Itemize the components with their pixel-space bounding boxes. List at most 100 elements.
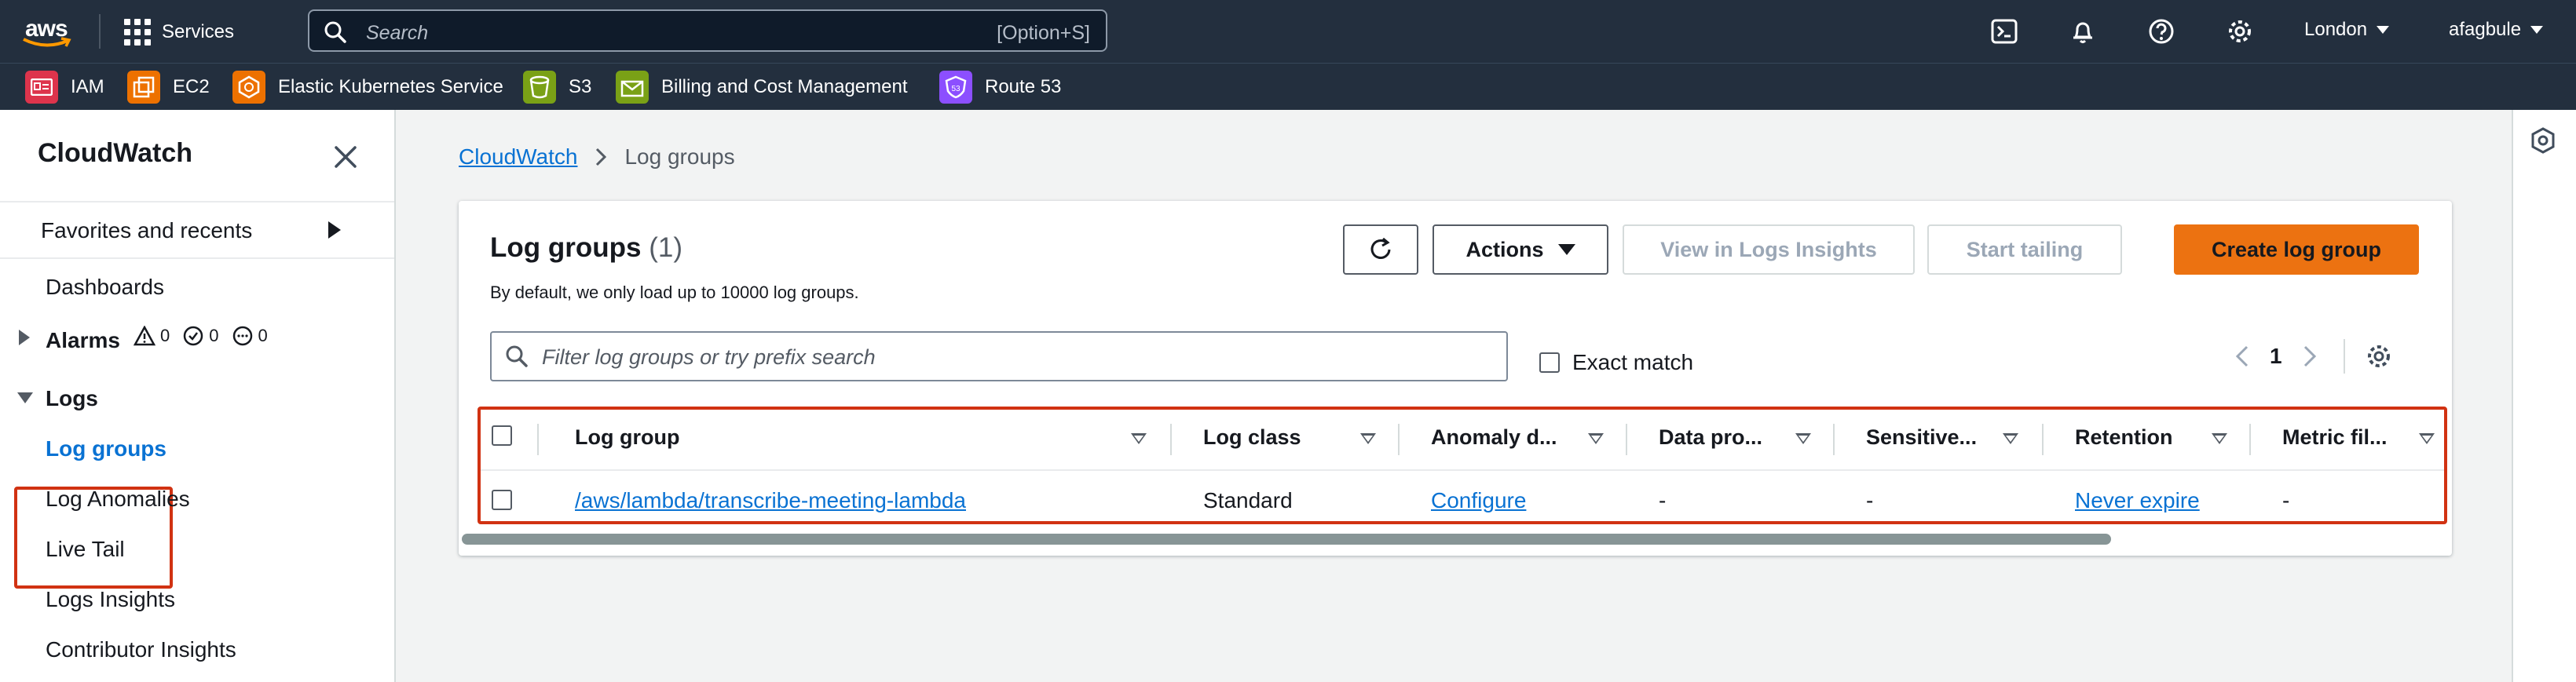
- actions-dropdown-button[interactable]: Actions: [1433, 224, 1608, 275]
- retention-link[interactable]: Never expire: [2075, 488, 2200, 513]
- column-header-log-class[interactable]: Log class: [1203, 425, 1301, 450]
- grid-icon: [124, 19, 151, 46]
- sidebar-title[interactable]: CloudWatch: [38, 138, 192, 169]
- panel-title: Log groups (1): [490, 232, 682, 263]
- search-icon: [506, 345, 528, 367]
- log-group-count: (1): [649, 232, 682, 263]
- scrollbar-thumb[interactable]: [462, 534, 2111, 545]
- row-checkbox[interactable]: [492, 490, 512, 510]
- caret-down-icon: [2530, 26, 2544, 34]
- column-header-log-group[interactable]: Log group: [575, 425, 679, 450]
- sort-icon[interactable]: [2419, 433, 2435, 444]
- breadcrumb-current: Log groups: [624, 144, 735, 169]
- column-header-anomaly-detection[interactable]: Anomaly d...: [1431, 425, 1557, 450]
- sort-icon[interactable]: [1795, 433, 1811, 444]
- region-selector[interactable]: London: [2304, 19, 2390, 41]
- column-header-data-protection[interactable]: Data pro...: [1659, 425, 1762, 450]
- sort-icon[interactable]: [1131, 433, 1147, 444]
- sidebar-item-contributor-insights[interactable]: Contributor Insights: [46, 637, 236, 662]
- search-placeholder: Search: [366, 22, 429, 44]
- search-icon: [324, 21, 346, 43]
- configure-anomaly-link[interactable]: Configure: [1431, 488, 1526, 513]
- settings-gear-icon[interactable]: [2226, 17, 2254, 46]
- favorite-iam[interactable]: IAM: [25, 70, 104, 104]
- column-header-retention[interactable]: Retention: [2075, 425, 2173, 450]
- sidebar-item-logs[interactable]: Logs: [46, 386, 98, 411]
- sidebar-item-live-tail[interactable]: Live Tail: [46, 537, 125, 562]
- sidebar-item-dashboards[interactable]: Dashboards: [46, 275, 164, 300]
- create-log-group-button[interactable]: Create log group: [2174, 224, 2419, 275]
- notifications-bell-icon[interactable]: [2069, 17, 2097, 46]
- page-number[interactable]: 1: [2270, 344, 2282, 369]
- sort-icon[interactable]: [2212, 433, 2227, 444]
- sort-icon[interactable]: [2003, 433, 2018, 444]
- ellipsis-circle-icon: [232, 326, 252, 346]
- exact-match-checkbox[interactable]: [1539, 352, 1560, 373]
- filter-placeholder: Filter log groups or try prefix search: [542, 345, 876, 369]
- eks-service-icon: [232, 71, 265, 104]
- chevron-right-icon[interactable]: [2303, 345, 2317, 368]
- cloudshell-icon[interactable]: [1990, 17, 2018, 46]
- log-group-filter-input[interactable]: Filter log groups or try prefix search: [490, 331, 1508, 381]
- select-all-checkbox[interactable]: [492, 425, 512, 446]
- favorite-s3[interactable]: S3: [523, 70, 591, 104]
- sort-icon[interactable]: [1360, 433, 1376, 444]
- global-search-input[interactable]: Search [Option+S]: [308, 9, 1107, 52]
- pager-divider: [2343, 339, 2345, 374]
- favorites-and-recents-toggle[interactable]: Favorites and recents: [0, 201, 394, 259]
- column-divider: [2249, 424, 2251, 455]
- sidebar-item-alarms[interactable]: Alarms: [46, 328, 120, 353]
- exact-match-option[interactable]: Exact match: [1539, 350, 1693, 375]
- sensitive-data-cell: -: [1866, 488, 1874, 512]
- column-header-metric-filters[interactable]: Metric fil...: [2282, 425, 2388, 450]
- caret-right-icon: [328, 221, 341, 239]
- breadcrumb-cloudwatch[interactable]: CloudWatch: [459, 144, 577, 170]
- sort-icon[interactable]: [1588, 433, 1604, 444]
- column-divider: [1170, 424, 1172, 455]
- services-menu-button[interactable]: Services: [124, 19, 234, 46]
- refresh-button[interactable]: [1343, 224, 1418, 275]
- caret-down-icon: [2377, 26, 2390, 34]
- top-navigation: aws Services Search [Option+S] London af…: [0, 0, 2576, 63]
- help-icon[interactable]: [2147, 17, 2175, 46]
- ec2-service-icon: [127, 71, 160, 104]
- refresh-icon: [1370, 237, 1391, 259]
- favorite-billing[interactable]: Billing and Cost Management: [616, 70, 908, 104]
- breadcrumb: CloudWatch Log groups: [459, 144, 735, 170]
- pagination: 1: [2235, 339, 2392, 374]
- hexagon-settings-icon[interactable]: [2530, 127, 2556, 154]
- table-header-divider: [481, 469, 2444, 471]
- sidebar-item-logs-insights[interactable]: Logs Insights: [46, 587, 175, 612]
- column-header-sensitive-data[interactable]: Sensitive...: [1866, 425, 1977, 450]
- start-tailing-button[interactable]: Start tailing: [1927, 224, 2122, 275]
- nav-divider: [99, 14, 101, 49]
- chevron-left-icon[interactable]: [2235, 345, 2249, 368]
- alarm-counts: 0 0 0: [134, 325, 276, 347]
- log-class-cell: Standard: [1203, 488, 1293, 512]
- side-navigation: CloudWatch Favorites and recents Dashboa…: [0, 110, 396, 682]
- favorite-eks[interactable]: Elastic Kubernetes Service: [232, 70, 503, 104]
- favorites-bar: IAM EC2 Elastic Kubernetes Service S3 Bi…: [0, 63, 2576, 110]
- data-protection-cell: -: [1659, 488, 1667, 512]
- column-divider: [537, 424, 539, 455]
- log-group-link[interactable]: /aws/lambda/transcribe-meeting-lambda: [575, 488, 966, 513]
- aws-logo[interactable]: aws: [22, 14, 77, 50]
- caret-down-icon: [1557, 244, 1575, 255]
- caret-right-icon[interactable]: [19, 330, 30, 345]
- account-menu[interactable]: afagbule: [2449, 19, 2544, 41]
- close-icon[interactable]: [330, 141, 361, 173]
- warning-triangle-icon: [134, 326, 156, 346]
- favorite-route53[interactable]: 53 Route 53: [939, 70, 1061, 104]
- column-divider: [1398, 424, 1400, 455]
- billing-icon: [616, 71, 649, 104]
- favorite-ec2[interactable]: EC2: [127, 70, 210, 104]
- log-groups-panel: Log groups (1) By default, we only load …: [459, 201, 2452, 556]
- svg-text:53: 53: [951, 85, 961, 93]
- sidebar-item-log-anomalies[interactable]: Log Anomalies: [46, 487, 190, 512]
- sidebar-item-log-groups[interactable]: Log groups: [46, 436, 166, 461]
- caret-down-icon[interactable]: [17, 392, 33, 403]
- column-divider: [1833, 424, 1835, 455]
- table-settings-gear-icon[interactable]: [2366, 343, 2392, 370]
- view-in-logs-insights-button[interactable]: View in Logs Insights: [1623, 224, 1915, 275]
- chevron-right-icon: [596, 148, 607, 166]
